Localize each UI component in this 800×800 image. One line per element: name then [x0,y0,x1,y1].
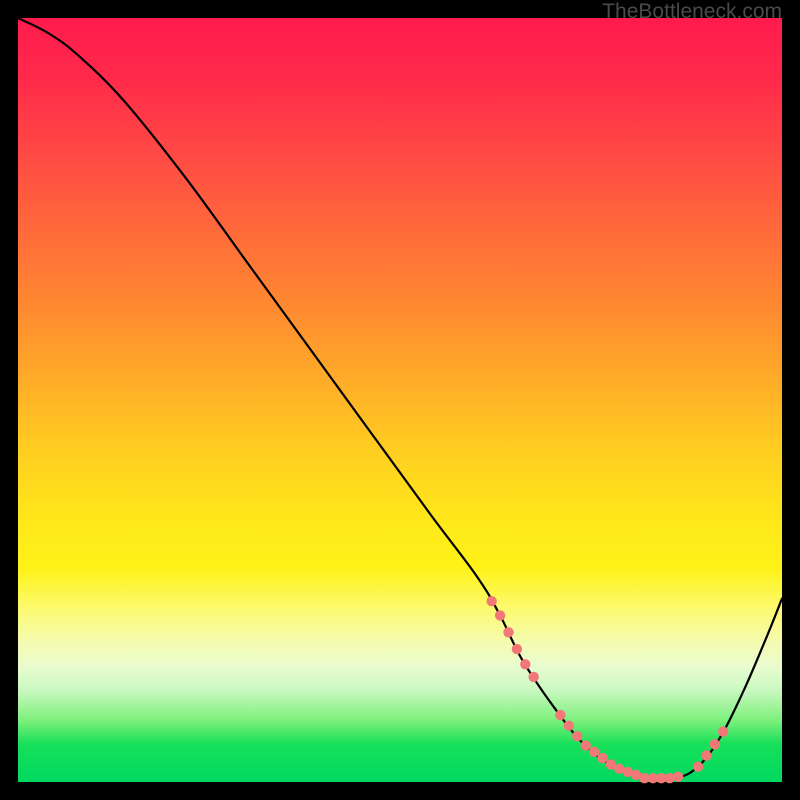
curve-dot [495,610,505,620]
curve-dot [512,644,522,654]
curve-dot [701,750,711,760]
plot-area [18,18,782,782]
curve-dot [520,659,530,669]
curve-dot [503,627,513,637]
curve-dot [673,772,683,782]
curve-dot [597,753,607,763]
curve-dot [710,739,720,749]
curve-dot [589,747,599,757]
curve-dot [564,721,574,731]
curve-dot [581,740,591,750]
watermark-text: TheBottleneck.com [602,0,782,24]
curve-dot [718,726,728,736]
curve-dot [572,731,582,741]
bottleneck-curve [18,18,782,780]
curve-dot [693,762,703,772]
curve-dot [529,672,539,682]
chart-stage: TheBottleneck.com [0,0,800,800]
curve-dot [487,596,497,606]
curve-dot [555,710,565,720]
curve-svg [18,18,782,782]
curve-dots [487,596,729,783]
